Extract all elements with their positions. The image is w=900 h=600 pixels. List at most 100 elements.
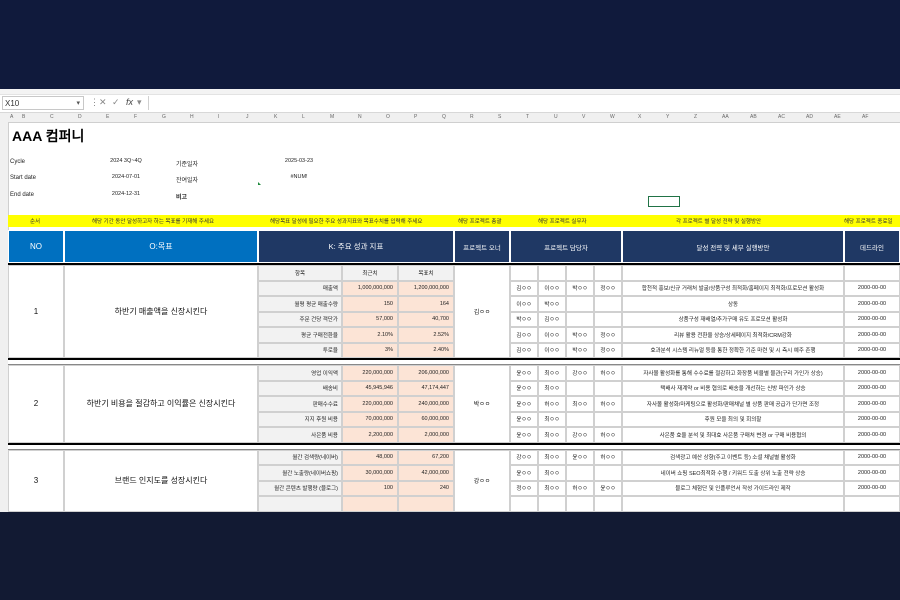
deadline-cell[interactable] [844, 265, 900, 281]
assignee-cell[interactable]: 최ㅇㅇ [566, 396, 594, 412]
deadline-cell[interactable]: 2000-00-00 [844, 449, 900, 465]
kpi-current[interactable]: 최근치 [342, 265, 398, 281]
deadline-cell[interactable]: 2000-00-00 [844, 380, 900, 396]
assignee-cell[interactable] [566, 380, 594, 396]
objective-text[interactable]: 하반기 매출액을 신장시킨다 [64, 265, 258, 358]
column-letter[interactable]: B [22, 114, 25, 120]
column-letter[interactable]: M [330, 114, 334, 120]
chevron-down-icon[interactable]: ▾ [76, 97, 80, 110]
kpi-current[interactable]: 150 [342, 296, 398, 312]
assignee-cell[interactable]: 김ㅇㅇ [510, 342, 538, 358]
assignee-cell[interactable]: 허ㅇㅇ [594, 365, 622, 381]
deadline-cell[interactable]: 2000-00-00 [844, 411, 900, 427]
close-icon[interactable]: ✕ [99, 97, 107, 108]
assignee-cell[interactable]: 강ㅇㅇ [510, 449, 538, 465]
column-letter[interactable]: U [554, 114, 558, 120]
column-letter[interactable]: A [10, 114, 13, 120]
column-letter[interactable]: P [414, 114, 417, 120]
kpi-current[interactable]: 220,000,000 [342, 365, 398, 381]
column-letter[interactable]: S [498, 114, 501, 120]
kpi-item[interactable]: 판매수수료 [258, 396, 342, 412]
assignee-cell[interactable]: 허ㅇㅇ [594, 449, 622, 465]
assignee-cell[interactable]: 정ㅇㅇ [594, 342, 622, 358]
kpi-target[interactable]: 목표치 [398, 265, 454, 281]
strategy-cell[interactable]: 리뷰 활용 전환율 상승/상세페이지 최적화/CRM강화 [622, 327, 844, 343]
column-letter[interactable]: AC [778, 114, 785, 120]
assignee-cell[interactable] [510, 265, 538, 281]
assignee-cell[interactable] [566, 411, 594, 427]
assignee-cell[interactable]: 윤ㅇㅇ [594, 480, 622, 496]
kpi-target[interactable]: 2,000,000 [398, 427, 454, 443]
base-date-value[interactable]: 2025-03-23 [258, 155, 340, 167]
kpi-item[interactable]: 투로율 [258, 342, 342, 358]
kpi-item[interactable]: 배송비 [258, 380, 342, 396]
kpi-target[interactable]: 1,200,000,000 [398, 280, 454, 296]
kpi-current[interactable]: 1,000,000,000 [342, 280, 398, 296]
column-letter[interactable]: AD [806, 114, 813, 120]
assignee-cell[interactable] [594, 465, 622, 481]
kpi-target[interactable]: 47,174,447 [398, 380, 454, 396]
assignee-cell[interactable]: 윤ㅇㅇ [566, 449, 594, 465]
kpi-item[interactable]: 월간 콘텐츠 발행량 (블로그) [258, 480, 342, 496]
kpi-current[interactable]: 57,000 [342, 311, 398, 327]
kpi-item[interactable]: 월간 노출량(네이버쇼핑) [258, 465, 342, 481]
column-letter[interactable]: K [274, 114, 277, 120]
kpi-target[interactable]: 206,000,000 [398, 365, 454, 381]
strategy-cell[interactable] [622, 265, 844, 281]
assignee-cell[interactable]: 김ㅇㅇ [510, 327, 538, 343]
kpi-target[interactable] [398, 496, 454, 512]
assignee-cell[interactable]: 박ㅇㅇ [566, 342, 594, 358]
assignee-cell[interactable]: 박ㅇㅇ [566, 280, 594, 296]
column-letter[interactable]: F [134, 114, 137, 120]
strategy-cell[interactable]: 네이버 쇼핑 SEO최적화 수행 / 키워드 도출 상위 노출 전략 상승 [622, 465, 844, 481]
kpi-target[interactable]: 2.40% [398, 342, 454, 358]
deadline-cell[interactable]: 2000-00-00 [844, 280, 900, 296]
assignee-cell[interactable] [594, 296, 622, 312]
kpi-item[interactable]: 항목 [258, 265, 342, 281]
deadline-cell[interactable]: 2000-00-00 [844, 480, 900, 496]
assignee-cell[interactable]: 최ㅇㅇ [538, 365, 566, 381]
kpi-target[interactable]: 60,000,000 [398, 411, 454, 427]
deadline-cell[interactable]: 2000-00-00 [844, 427, 900, 443]
assignee-cell[interactable]: 허ㅇㅇ [566, 480, 594, 496]
column-letter[interactable]: O [386, 114, 390, 120]
strategy-cell[interactable] [622, 496, 844, 512]
strategy-cell[interactable]: 사은품 효율 분석 및 최대효 사은품 구매처 변경 or 구매 비용협의 [622, 427, 844, 443]
assignee-cell[interactable]: 김ㅇㅇ [510, 280, 538, 296]
column-letter[interactable]: R [470, 114, 474, 120]
assignee-cell[interactable] [594, 380, 622, 396]
kpi-current[interactable]: 70,000,000 [342, 411, 398, 427]
strategy-cell[interactable]: 효과분석 시스템 리뉴얼 등을 통한 정확한 기준 마련 및 시 측시 예주 존… [622, 342, 844, 358]
check-icon[interactable]: ✓ [112, 97, 120, 108]
kpi-item[interactable]: 지지 후원 비용 [258, 411, 342, 427]
assignee-cell[interactable] [594, 265, 622, 281]
kpi-item[interactable]: 매출액 [258, 280, 342, 296]
assignee-cell[interactable]: 윤ㅇㅇ [510, 396, 538, 412]
column-letter[interactable]: L [302, 114, 305, 120]
assignee-cell[interactable] [566, 296, 594, 312]
kpi-item[interactable]: 주문 건당 객단가 [258, 311, 342, 327]
deadline-cell[interactable] [844, 496, 900, 512]
assignee-cell[interactable]: 정ㅇㅇ [510, 480, 538, 496]
assignee-cell[interactable]: 허ㅇㅇ [538, 396, 566, 412]
project-owner[interactable]: 박ㅇㅇ [454, 365, 510, 443]
end-date-value[interactable]: 2024-12-31 [90, 188, 162, 200]
kpi-current[interactable]: 100 [342, 480, 398, 496]
assignee-cell[interactable] [594, 311, 622, 327]
column-letter[interactable]: G [162, 114, 166, 120]
column-letter[interactable]: T [526, 114, 529, 120]
strategy-cell[interactable]: 택배사 재계약 or 비용 협의로 배송을 개선하는 신방 파인가 상승 [622, 380, 844, 396]
deadline-cell[interactable]: 2000-00-00 [844, 342, 900, 358]
more-icon[interactable]: ⋮ [90, 97, 99, 108]
column-letter[interactable]: AF [862, 114, 868, 120]
assignee-cell[interactable]: 이ㅇㅇ [538, 280, 566, 296]
assignee-cell[interactable]: 최ㅇㅇ [538, 480, 566, 496]
objective-text[interactable]: 하반기 비용을 절감하고 이익률은 신장시킨다 [64, 365, 258, 443]
project-owner[interactable]: 김ㅇㅇ [454, 265, 510, 358]
column-letter[interactable]: AB [750, 114, 757, 120]
assignee-cell[interactable] [566, 311, 594, 327]
name-box[interactable]: X10 ▾ [2, 96, 84, 110]
formula-input[interactable] [148, 96, 899, 110]
assignee-cell[interactable]: 이ㅇㅇ [510, 296, 538, 312]
objective-text[interactable]: 브랜드 인지도를 성장시킨다 [64, 449, 258, 512]
